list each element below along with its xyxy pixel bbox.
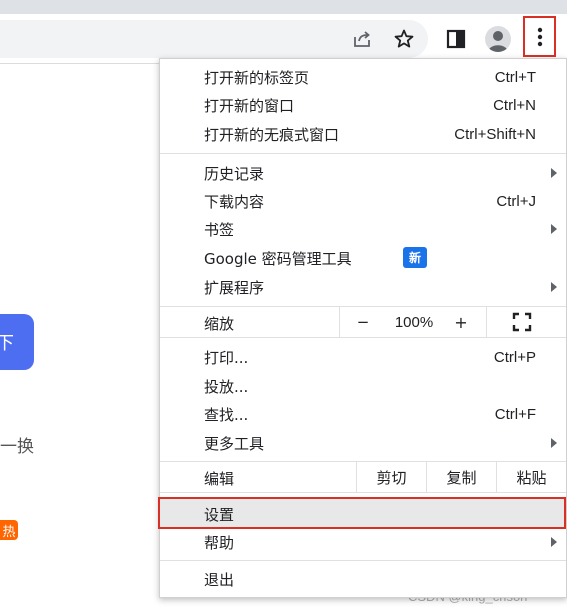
more-vert-icon	[537, 27, 542, 46]
menu-item-edit: 编辑 剪切 复制 粘贴	[160, 462, 566, 492]
menu-item-help[interactable]: 帮助	[160, 528, 566, 556]
cut-button[interactable]: 剪切	[356, 462, 426, 492]
menu-item-label: 帮助	[204, 533, 235, 552]
page-blue-button[interactable]: 下	[0, 314, 34, 370]
menu-item-find[interactable]: 查找... Ctrl+F	[160, 400, 566, 428]
browser-toolbar	[0, 14, 567, 64]
submenu-arrow-icon	[551, 438, 557, 448]
copy-button[interactable]: 复制	[426, 462, 496, 492]
menu-item-extensions[interactable]: 扩展程序	[160, 273, 566, 301]
submenu-arrow-icon	[551, 168, 557, 178]
fullscreen-icon[interactable]	[512, 312, 532, 332]
menu-item-new-incognito[interactable]: 打开新的无痕式窗口 Ctrl+Shift+N	[160, 120, 566, 148]
menu-item-label: 书签	[204, 220, 235, 239]
menu-item-label: 打开新的标签页	[204, 68, 310, 87]
menu-item-label: 打印...	[204, 348, 249, 367]
profile-avatar-icon[interactable]	[485, 26, 511, 52]
submenu-arrow-icon	[551, 224, 557, 234]
menu-item-shortcut: Ctrl+N	[493, 96, 536, 114]
page-blue-button-label: 下	[0, 333, 14, 354]
menu-item-shortcut: Ctrl+J	[496, 192, 536, 210]
zoom-out-button[interactable]: −	[348, 307, 378, 337]
menu-item-label: 打开新的无痕式窗口	[204, 125, 340, 144]
menu-item-label: 打开新的窗口	[204, 96, 295, 115]
menu-item-downloads[interactable]: 下载内容 Ctrl+J	[160, 187, 566, 215]
new-badge: 新	[403, 247, 427, 268]
paste-button[interactable]: 粘贴	[496, 462, 566, 492]
menu-item-bookmarks[interactable]: 书签	[160, 215, 566, 243]
menu-item-label: 下载内容	[204, 192, 265, 211]
menu-item-new-window[interactable]: 打开新的窗口 Ctrl+N	[160, 91, 566, 119]
menu-item-label: 退出	[204, 570, 235, 589]
swap-text[interactable]: 一换	[0, 432, 34, 457]
menu-separator	[160, 153, 566, 154]
menu-item-label: 投放...	[204, 377, 249, 396]
hot-badge: 热	[0, 520, 18, 540]
submenu-arrow-icon	[551, 282, 557, 292]
bookmark-star-icon[interactable]	[388, 23, 420, 55]
menu-item-label: 扩展程序	[204, 278, 265, 297]
menu-item-shortcut: Ctrl+Shift+N	[454, 125, 536, 143]
menu-item-new-tab[interactable]: 打开新的标签页 Ctrl+T	[160, 63, 566, 91]
menu-separator	[160, 492, 566, 493]
side-panel-icon[interactable]	[440, 23, 472, 55]
menu-item-shortcut: Ctrl+F	[494, 405, 536, 423]
submenu-arrow-icon	[551, 537, 557, 547]
menu-item-label: Google 密码管理工具	[204, 249, 352, 268]
menu-item-label: 更多工具	[204, 434, 265, 453]
menu-item-print[interactable]: 打印... Ctrl+P	[160, 343, 566, 371]
menu-item-label: 设置	[204, 506, 235, 524]
menu-item-label: 查找...	[204, 405, 249, 424]
more-vert-menu-button[interactable]	[523, 16, 556, 57]
menu-item-label: 历史记录	[204, 164, 265, 183]
zoom-label: 缩放	[204, 315, 235, 333]
menu-separator	[160, 560, 566, 561]
menu-item-settings[interactable]: 设置	[158, 497, 566, 529]
menu-separator	[160, 337, 566, 338]
menu-item-shortcut: Ctrl+T	[494, 68, 536, 86]
chrome-main-menu: 打开新的标签页 Ctrl+T 打开新的窗口 Ctrl+N 打开新的无痕式窗口 C…	[158, 58, 567, 598]
zoom-in-button[interactable]: +	[446, 307, 476, 337]
menu-item-shortcut: Ctrl+P	[493, 348, 536, 366]
menu-item-history[interactable]: 历史记录	[160, 159, 566, 187]
edit-label: 编辑	[204, 470, 235, 488]
menu-item-exit[interactable]: 退出	[160, 565, 566, 593]
menu-item-password-manager[interactable]: Google 密码管理工具 新	[160, 244, 566, 272]
menu-item-cast[interactable]: 投放...	[160, 372, 566, 400]
zoom-level: 100%	[394, 313, 434, 331]
menu-item-zoom: 缩放 − 100% +	[160, 307, 566, 337]
share-icon[interactable]	[346, 23, 378, 55]
tab-strip	[0, 0, 567, 14]
menu-item-more-tools[interactable]: 更多工具	[160, 429, 566, 457]
zoom-controls: − 100% +	[339, 307, 487, 337]
